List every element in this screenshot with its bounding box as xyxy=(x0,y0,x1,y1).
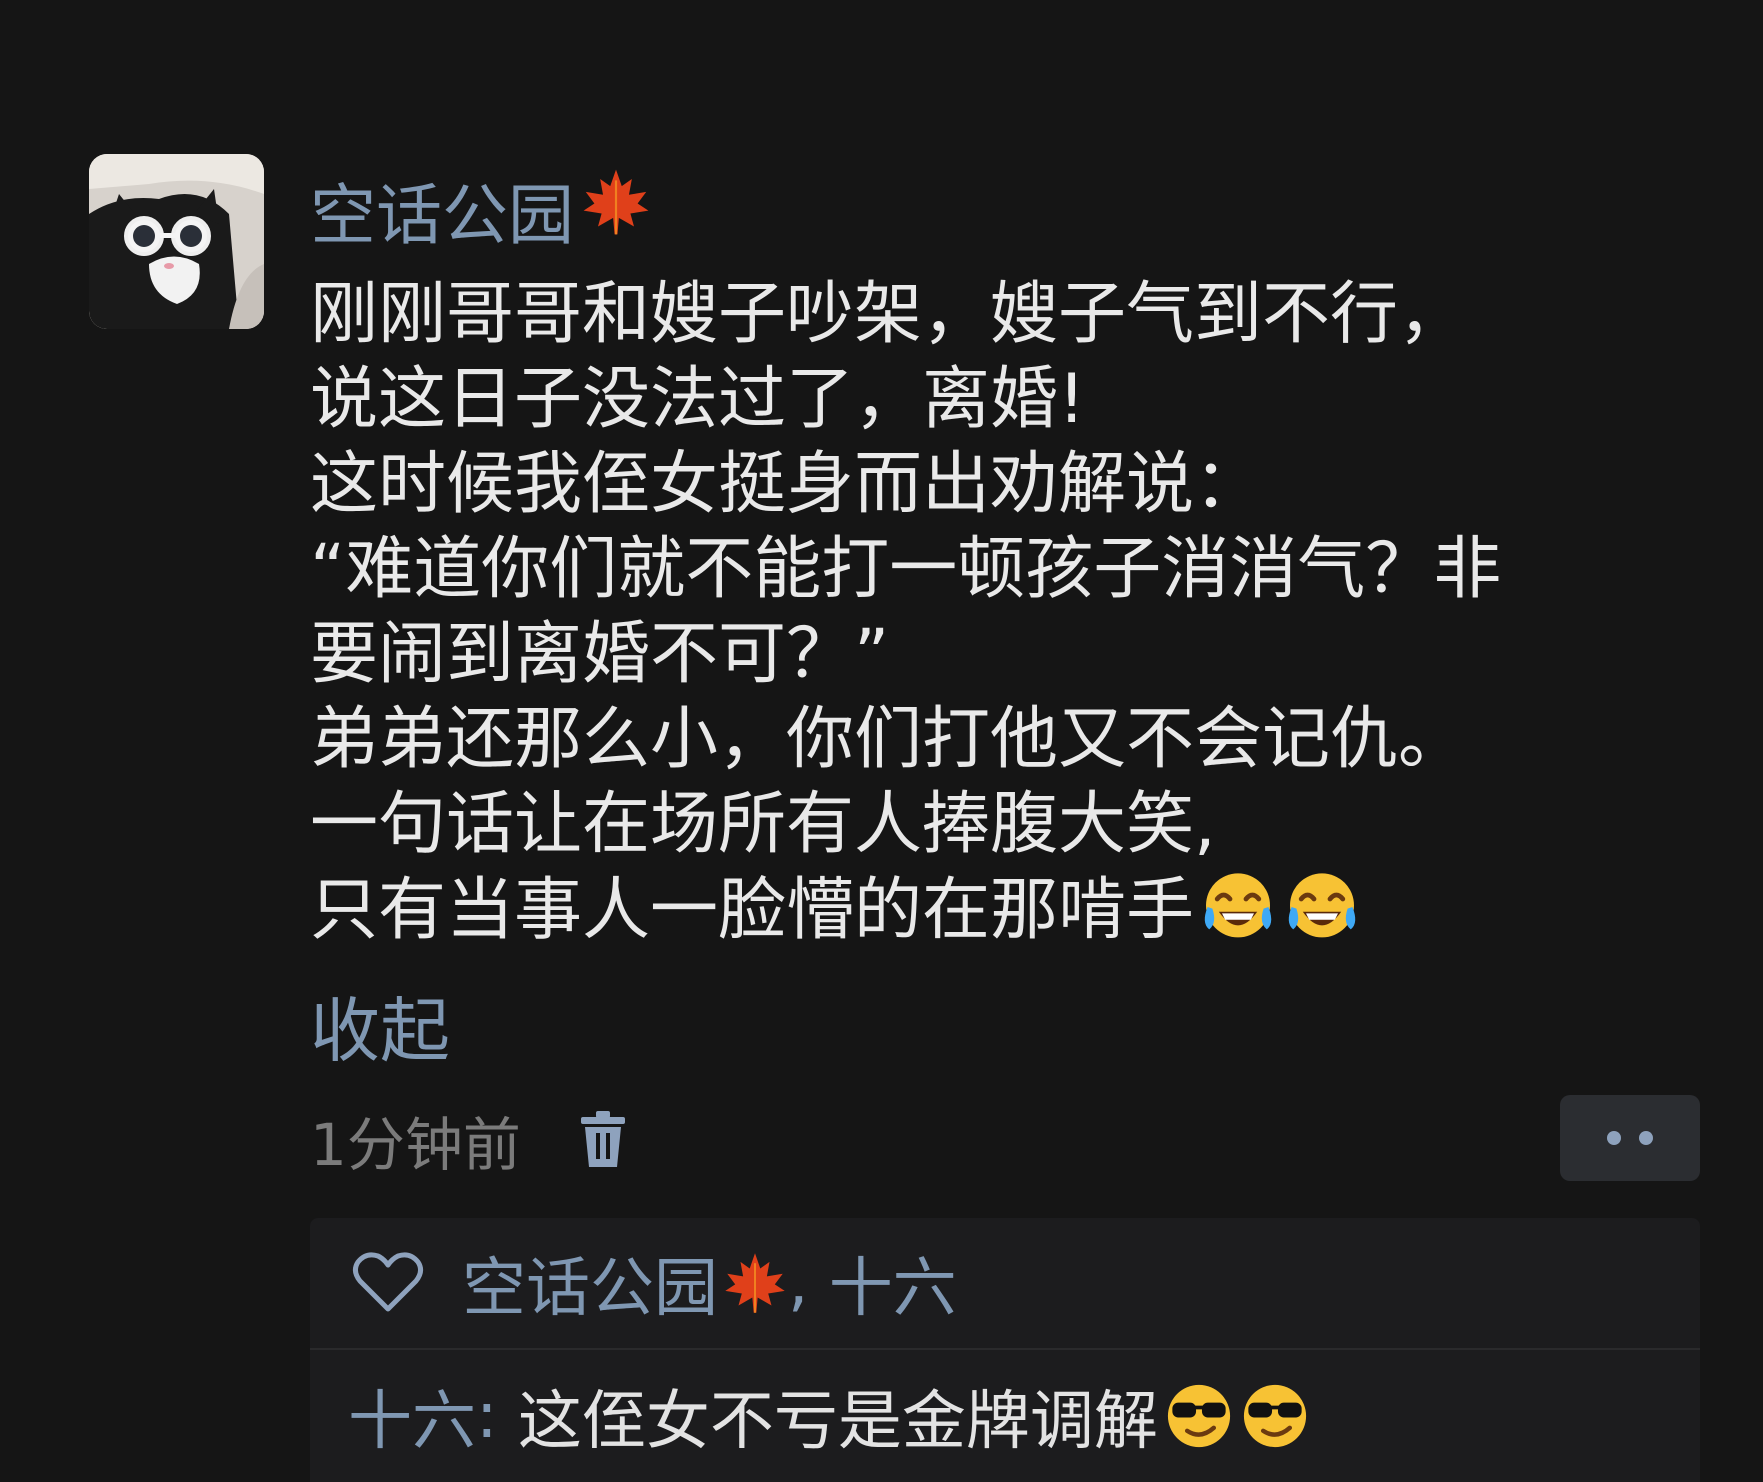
more-options-button[interactable] xyxy=(1560,1095,1700,1181)
trash-icon xyxy=(580,1111,625,1167)
post-body-line: 一句话让在场所有人捧腹大笑, xyxy=(310,785,1216,864)
post-body-line: 刚刚哥哥和嫂子吵架，嫂子气到不行， xyxy=(310,275,1467,354)
maple-leaf-icon xyxy=(580,166,652,254)
timestamp: 1分钟前 xyxy=(310,1111,521,1179)
post-body-line: 只有当事人一脸懵的在那啃手 xyxy=(310,871,1195,950)
post-body-line: 这时候我侄女挺身而出劝解说： xyxy=(310,445,1263,524)
tears-of-joy-emoji-icon xyxy=(1198,867,1278,963)
post-author[interactable]: 空话公园 xyxy=(310,169,652,254)
comment-colon: : xyxy=(476,1379,518,1453)
liker-name[interactable]: 空话公园 xyxy=(462,1237,718,1329)
collapse-link[interactable]: 收起 xyxy=(310,975,450,1076)
author-name[interactable]: 空话公园 xyxy=(310,162,574,258)
avatar[interactable] xyxy=(89,154,264,329)
sunglasses-emoji-icon xyxy=(1238,1379,1312,1453)
comment-author[interactable]: 十六 xyxy=(348,1370,476,1462)
post-body-line: 要闹到离婚不可？” xyxy=(310,615,890,694)
post-meta: 1分钟前 xyxy=(310,1105,627,1179)
likers-separator: , xyxy=(788,1246,829,1320)
heart-icon xyxy=(352,1251,424,1315)
maple-leaf-icon xyxy=(722,1250,788,1316)
comment-item[interactable]: 十六 : 这侄女不亏是金牌调解 xyxy=(348,1366,1312,1466)
likes-comments-panel: 空话公园 , 十六 十六 : 这侄女不亏是金牌调解 xyxy=(310,1218,1700,1482)
liker-name[interactable]: 十六 xyxy=(829,1237,957,1329)
more-dot xyxy=(1607,1131,1621,1145)
post-body-last-line: 只有当事人一脸懵的在那啃手 xyxy=(310,867,1690,952)
more-dot xyxy=(1639,1131,1653,1145)
cat-avatar-image xyxy=(89,154,264,329)
likes-row: 空话公园 , 十六 xyxy=(310,1218,1700,1350)
post-body: 刚刚哥哥和嫂子吵架，嫂子气到不行， 说这日子没法过了，离婚! 这时候我侄女挺身而… xyxy=(310,272,1690,952)
sunglasses-emoji-icon xyxy=(1162,1379,1236,1453)
delete-button[interactable] xyxy=(579,1111,627,1169)
post-body-line: 说这日子没法过了，离婚! xyxy=(310,360,1086,439)
post-body-line: “难道你们就不能打一顿孩子消消气？非 xyxy=(310,530,1502,609)
comment-text: 这侄女不亏是金牌调解 xyxy=(517,1385,1158,1459)
tears-of-joy-emoji-icon xyxy=(1282,867,1362,963)
likers-list: 空话公园 , 十六 xyxy=(462,1237,957,1329)
post-body-line: 弟弟还那么小，你们打他又不会记仇。 xyxy=(310,700,1467,779)
